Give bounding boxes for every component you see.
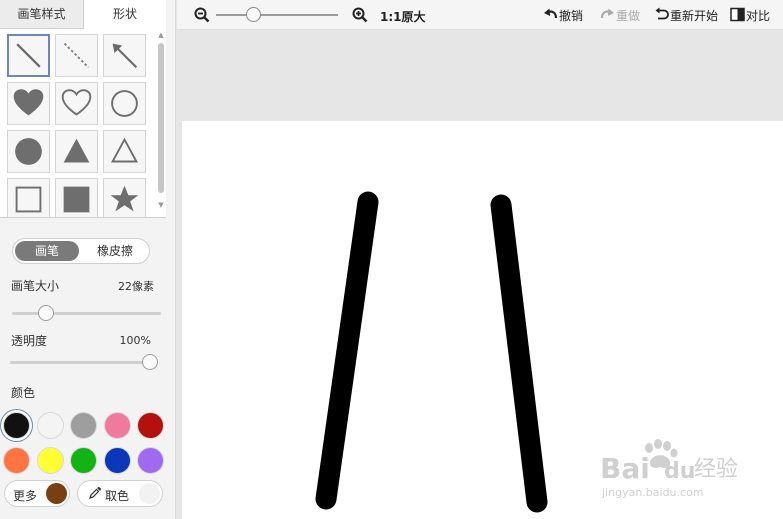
zoom-slider-knob[interactable] (245, 7, 261, 22)
shape-star-filled[interactable] (103, 178, 146, 217)
color-swatch[interactable] (70, 412, 97, 439)
custom-color-swatch[interactable] (46, 483, 67, 504)
tab-brush-style[interactable]: 画笔样式 (0, 0, 84, 29)
opacity-slider-knob[interactable] (142, 354, 158, 370)
redo-icon (600, 8, 614, 19)
square-outline-icon (15, 186, 42, 213)
tab-shape[interactable]: 形状 (84, 0, 166, 29)
mode-toggle: 画笔 橡皮擦 (12, 238, 150, 264)
color-swatch[interactable] (103, 412, 131, 439)
brush-stroke-left (315, 191, 379, 510)
shape-triangle-filled[interactable] (55, 130, 98, 173)
arrow-icon (112, 43, 138, 69)
scrollbar-thumb[interactable] (158, 43, 164, 193)
watermark-brand-du: du (664, 459, 695, 484)
brush-stroke-right (490, 194, 548, 513)
zoom-slider-track[interactable] (216, 14, 338, 16)
mode-eraser-button[interactable]: 橡皮擦 (83, 241, 147, 261)
undo-label: 撤销 (559, 9, 584, 23)
undo-icon (544, 8, 558, 19)
shape-triangle-outline[interactable] (103, 130, 146, 173)
color-swatch[interactable] (3, 412, 30, 439)
shape-heart-outline[interactable] (55, 82, 98, 125)
color-picker-label: 取色 (105, 489, 130, 503)
shape-square-filled[interactable] (55, 178, 98, 217)
color-swatch[interactable] (70, 447, 97, 474)
opacity-label: 透明度 (11, 334, 48, 348)
scroll-up-arrow-icon[interactable]: ▲ (157, 31, 165, 39)
shape-dashed-line[interactable] (55, 34, 98, 77)
color-swatch[interactable] (36, 412, 64, 439)
heart-filled-icon (13, 89, 44, 116)
shape-panel-scrollbar[interactable]: ▲ ▼ (156, 29, 166, 218)
brush-size-label: 画笔大小 (11, 279, 60, 293)
zoom-in-icon[interactable] (352, 7, 368, 23)
actual-size-button[interactable]: 1:1原大 (380, 8, 426, 25)
line-icon (16, 43, 41, 68)
watermark-brand-cn: 经验 (694, 457, 738, 482)
brush-size-value: 22像素 (118, 280, 154, 293)
scroll-down-arrow-icon[interactable]: ▼ (157, 201, 165, 209)
triangle-outline-icon (110, 137, 139, 163)
circle-filled-icon (15, 138, 42, 165)
shape-circle-filled[interactable] (7, 130, 50, 173)
circle-outline-icon (111, 90, 138, 117)
shape-arrow[interactable] (103, 34, 146, 77)
watermark-url: jingyan.baidu.com (601, 486, 704, 499)
brush-size-slider-knob[interactable] (38, 305, 55, 321)
redo-label: 重做 (616, 9, 641, 23)
triangle-filled-icon (63, 138, 90, 163)
eyedropper-icon (89, 486, 102, 499)
dashed-line-icon (63, 42, 90, 69)
shape-circle-outline[interactable] (103, 82, 146, 125)
color-swatch[interactable] (3, 447, 30, 474)
color-swatch[interactable] (137, 412, 164, 439)
brush-size-slider-track[interactable] (12, 312, 161, 315)
left-panel: 画笔样式 形状 ▲ ▼ 画笔 橡皮擦 画笔大小 22像素 透明度 100% 颜色… (0, 0, 176, 519)
panel-tabs: 画笔样式 形状 (0, 0, 166, 29)
opacity-slider-track[interactable] (10, 361, 156, 364)
restart-icon (655, 7, 669, 20)
toolbar: 1:1原大 撤销 重做 重新开始 对比 (177, 0, 783, 30)
baidu-jingyan-watermark: Bai du 经验 jingyan.baidu.com (600, 438, 750, 508)
picked-color-swatch (139, 483, 160, 504)
shape-grid (0, 29, 166, 218)
watermark-brand-latin: Bai (600, 452, 650, 485)
shape-heart-filled[interactable] (7, 82, 50, 125)
color-swatch[interactable] (137, 447, 164, 474)
square-filled-icon (63, 186, 90, 213)
compare-icon (730, 7, 745, 22)
baidu-logo-icon: Bai du 经验 jingyan.baidu.com (600, 439, 738, 499)
compare-label: 对比 (746, 9, 771, 23)
opacity-value: 100% (119, 334, 151, 347)
mode-pen-button[interactable]: 画笔 (15, 241, 79, 261)
heart-outline-icon (61, 89, 92, 116)
color-swatch[interactable] (103, 447, 131, 474)
shape-square-outline[interactable] (7, 178, 50, 217)
color-label: 颜色 (11, 386, 36, 400)
shape-line[interactable] (7, 34, 50, 77)
color-picker-button[interactable]: 取色 (77, 480, 163, 507)
more-colors-button[interactable]: 更多 (4, 480, 70, 507)
restart-label: 重新开始 (670, 9, 719, 23)
zoom-out-icon[interactable] (194, 7, 210, 23)
color-swatch[interactable] (36, 447, 64, 474)
more-colors-label: 更多 (13, 489, 38, 503)
star-filled-icon (110, 185, 139, 212)
